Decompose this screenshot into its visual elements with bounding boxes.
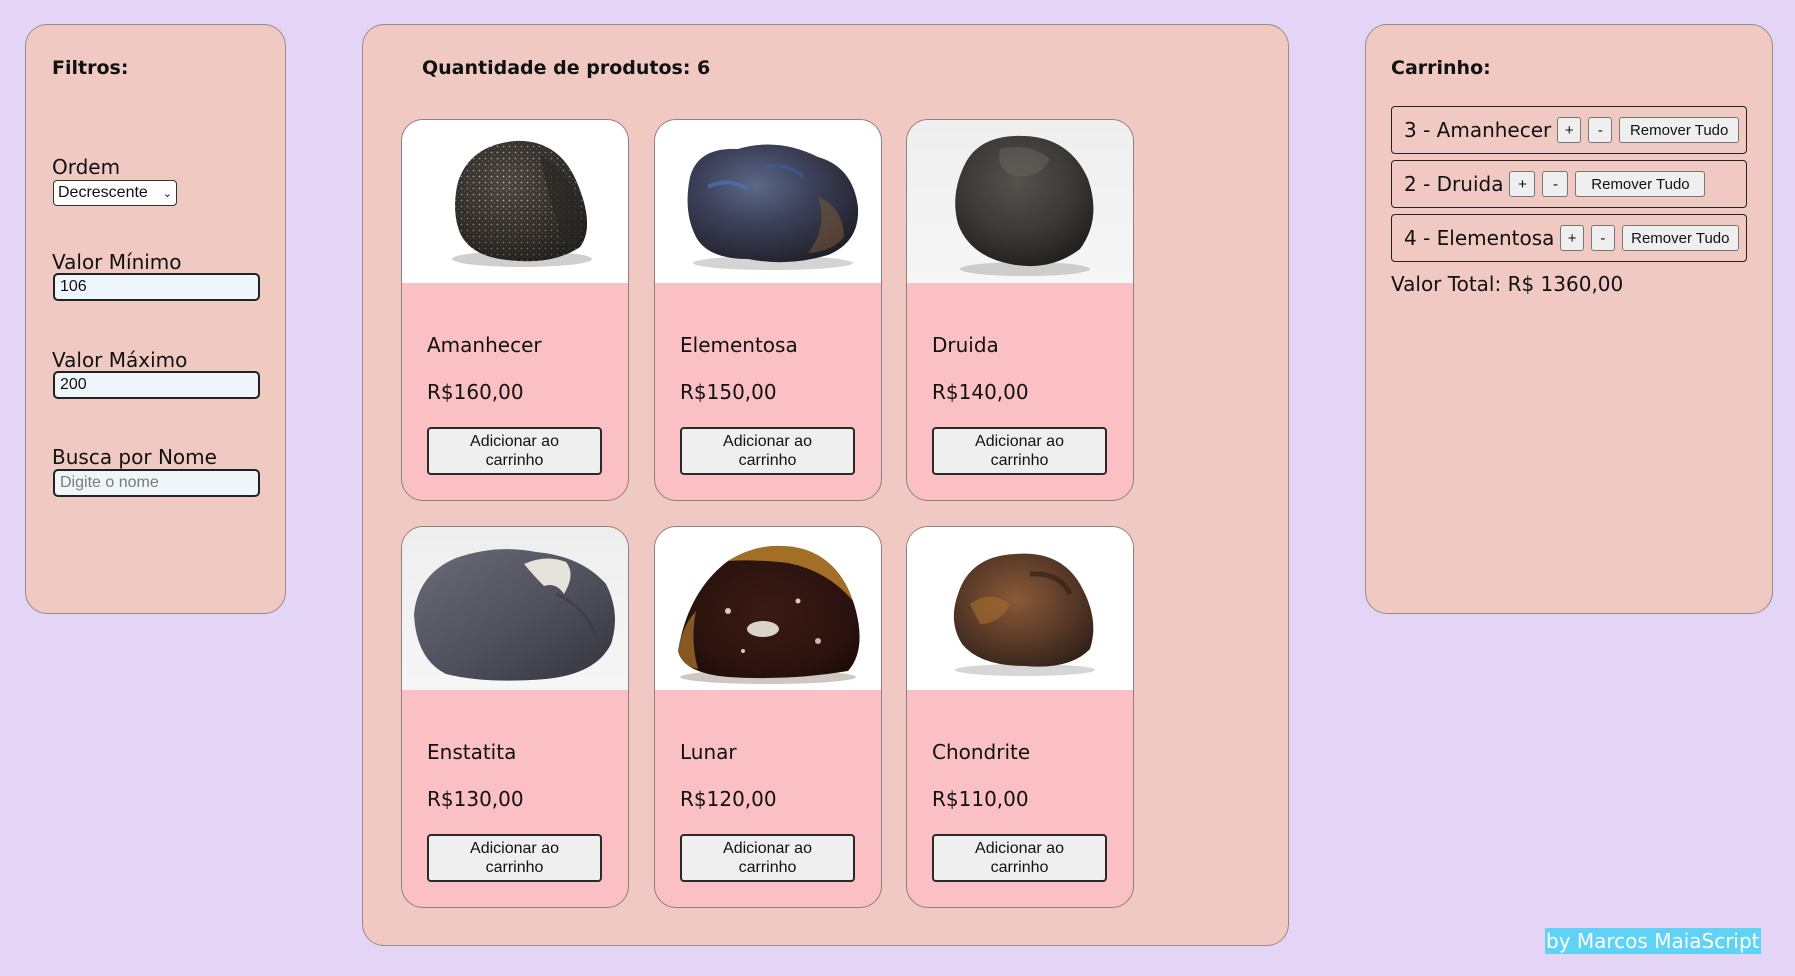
decrease-button[interactable]: - [1591,225,1615,251]
product-name: Amanhecer [427,333,542,357]
add-to-cart-button[interactable]: Adicionar ao carrinho [932,834,1107,882]
cart-item: 3 - Amanhecer + - Remover Tudo [1391,106,1747,154]
product-card: Druida R$140,00 Adicionar ao carrinho [906,119,1134,501]
search-placeholder: Digite o nome [60,474,159,491]
cart-item-label: 3 - Amanhecer [1404,118,1552,142]
cart-item: 2 - Druida + - Remover Tudo [1391,160,1747,208]
products-panel: Quantidade de produtos: 6 Amanhecer R$16… [362,24,1289,946]
product-name: Lunar [680,740,737,764]
product-image [402,120,628,283]
cart-title: Carrinho: [1391,57,1491,79]
product-card: Enstatita R$130,00 Adicionar ao carrinho [401,526,629,908]
increase-button[interactable]: + [1509,171,1536,197]
min-value-text: 106 [60,278,87,295]
max-value-input[interactable]: 200 [53,371,260,399]
add-to-cart-button[interactable]: Adicionar ao carrinho [932,427,1107,475]
cart-panel: Carrinho: 3 - Amanhecer + - Remover Tudo… [1365,24,1773,614]
remove-all-button[interactable]: Remover Tudo [1619,117,1739,143]
add-to-cart-button[interactable]: Adicionar ao carrinho [427,427,602,475]
product-price: R$120,00 [680,787,777,811]
product-image [907,527,1133,690]
product-count: Quantidade de produtos: 6 [422,57,711,79]
max-value-text: 200 [60,376,87,393]
product-card: Amanhecer R$160,00 Adicionar ao carrinho [401,119,629,501]
cart-total: Valor Total: R$ 1360,00 [1391,272,1624,296]
product-price: R$160,00 [427,380,524,404]
author-credit: by Marcos MaiaScript [1545,928,1761,954]
chevron-down-icon: ⌄ [162,187,172,200]
order-selected-value: Decrescente [58,184,148,201]
product-image [907,120,1133,283]
search-input[interactable]: Digite o nome [53,469,260,497]
increase-button[interactable]: + [1557,117,1582,143]
increase-button[interactable]: + [1560,225,1584,251]
remove-all-button[interactable]: Remover Tudo [1575,171,1706,197]
product-image [655,120,881,283]
add-to-cart-button[interactable]: Adicionar ao carrinho [427,834,602,882]
min-value-label: Valor Mínimo [52,250,182,274]
product-image [655,527,881,690]
meteorite-blue-icon [687,144,859,270]
product-price: R$110,00 [932,787,1029,811]
meteorite-dark-icon [955,135,1094,276]
product-name: Elementosa [680,333,798,357]
cart-item: 4 - Elementosa + - Remover Tudo [1391,214,1747,262]
meteorite-grey-icon [414,548,615,681]
meteorite-brown-icon [678,545,860,684]
product-price: R$150,00 [680,380,777,404]
order-label: Ordem [52,155,121,179]
product-name: Druida [932,333,999,357]
filters-title: Filtros: [52,57,129,79]
product-name: Chondrite [932,740,1031,764]
min-value-input[interactable]: 106 [53,273,260,301]
product-card: Chondrite R$110,00 Adicionar ao carrinho [906,526,1134,908]
product-card: Lunar R$120,00 Adicionar ao carrinho [654,526,882,908]
meteorite-speckled-icon [452,140,592,267]
cart-item-label: 4 - Elementosa [1404,226,1555,250]
remove-all-button[interactable]: Remover Tudo [1621,225,1739,251]
decrease-button[interactable]: - [1542,171,1569,197]
product-price: R$130,00 [427,787,524,811]
product-card: Elementosa R$150,00 Adicionar ao carrinh… [654,119,882,501]
product-price: R$140,00 [932,380,1029,404]
add-to-cart-button[interactable]: Adicionar ao carrinho [680,427,855,475]
product-image [402,527,628,690]
product-name: Enstatita [427,740,517,764]
order-select[interactable]: Decrescente ⌄ [53,180,177,206]
cart-item-label: 2 - Druida [1404,172,1504,196]
decrease-button[interactable]: - [1588,117,1613,143]
search-label: Busca por Nome [52,445,217,469]
add-to-cart-button[interactable]: Adicionar ao carrinho [680,834,855,882]
max-value-label: Valor Máximo [52,348,188,372]
filters-panel: Filtros: Ordem Decrescente ⌄ Valor Mínim… [25,24,286,614]
meteorite-rust-icon [953,553,1095,676]
